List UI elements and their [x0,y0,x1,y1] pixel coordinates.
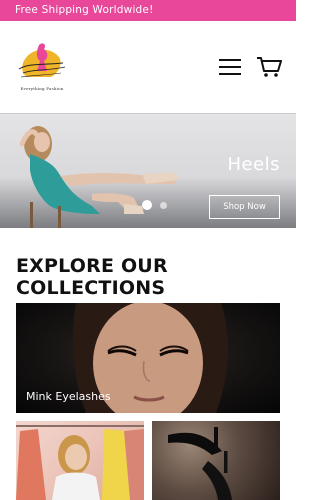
cart-button[interactable] [256,56,282,78]
hero-title: Heels [227,154,280,175]
slide-dot[interactable] [160,202,167,209]
free-shipping-banner: Free Shipping Worldwide! [0,0,296,21]
logo-graphic-icon [18,43,66,78]
clothing-image [16,425,144,500]
brand-logo[interactable]: Everything Fashion [13,39,71,97]
shop-now-button[interactable]: Shop Now [209,195,280,219]
hamburger-menu-icon [219,59,241,75]
collection-card-clothing[interactable] [16,421,144,500]
collections-heading: EXPLORE OUR COLLECTIONS [16,255,168,299]
site-header: Everything Fashion [0,21,296,113]
heels-image [168,427,232,500]
hero-slideshow: Heels Shop Now [0,113,296,228]
shopping-cart-icon [257,57,282,77]
free-shipping-text: Free Shipping Worldwide! [15,4,154,16]
collection-card-mink-eyelashes[interactable]: Mink Eyelashes [16,303,280,413]
slide-dot-active[interactable] [142,200,152,210]
logo-tagline: Everything Fashion [20,86,64,91]
menu-button[interactable] [219,58,241,76]
collection-label: Mink Eyelashes [26,390,111,403]
collection-card-shoes[interactable] [152,421,280,500]
